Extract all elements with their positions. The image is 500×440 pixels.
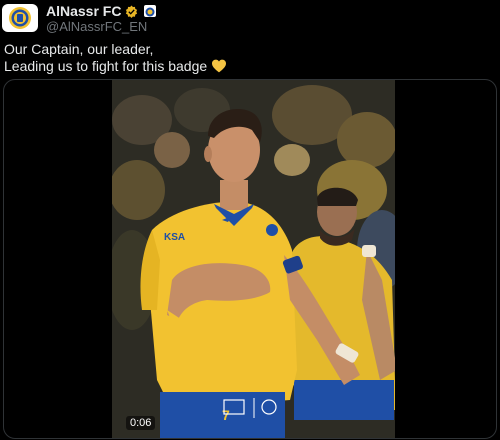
avatar[interactable]	[2, 4, 38, 32]
svg-text:KSA: KSA	[164, 232, 185, 243]
tweet-text-line-2: Leading us to fight for this badge	[4, 58, 208, 74]
video-timestamp: 0:06	[126, 416, 156, 430]
yellow-heart-icon	[212, 59, 227, 73]
svg-text:7: 7	[222, 407, 230, 423]
tweet-header: AlNassr FC @AlNassrFC_EN	[0, 0, 500, 38]
tweet-text-line-1: Our Captain, our leader,	[4, 41, 154, 57]
tweet-card[interactable]: AlNassr FC @AlNassrFC_EN Our Captain, ou…	[0, 0, 500, 440]
video-frame[interactable]: KSA 7 0:06	[112, 80, 395, 438]
club-crest-icon	[9, 7, 31, 29]
account-handle[interactable]: @AlNassrFC_EN	[46, 19, 147, 34]
display-name[interactable]: AlNassr FC	[46, 3, 121, 19]
tweet-text: Our Captain, our leader, Leading us to f…	[4, 41, 494, 75]
affiliate-badge-icon	[144, 5, 157, 17]
name-row: AlNassr FC	[46, 3, 157, 19]
tweet-text-line-2-wrap: Leading us to fight for this badge	[4, 58, 494, 75]
stadium-crowd-image: KSA 7	[112, 80, 395, 438]
verified-badge-icon	[126, 5, 138, 18]
video-player[interactable]: KSA 7 0:06	[3, 79, 497, 439]
